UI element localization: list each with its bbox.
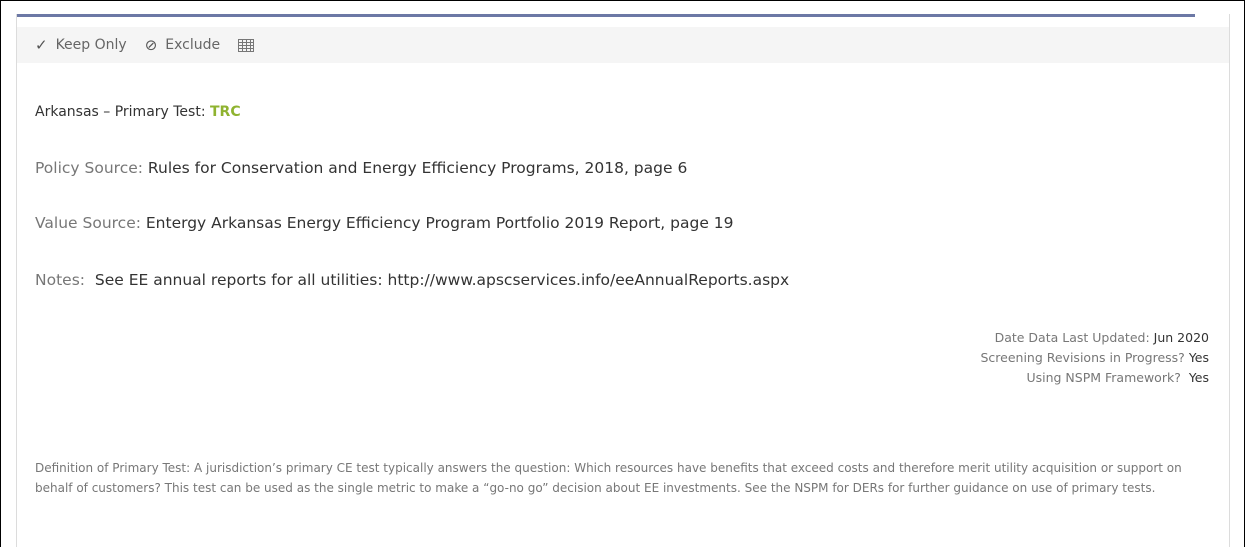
value-source-row: Value Source: Entergy Arkansas Energy Ef… <box>35 214 734 232</box>
date-updated-row: Date Data Last Updated: Jun 2020 <box>980 328 1209 348</box>
policy-source-value: Rules for Conservation and Energy Effici… <box>147 159 688 177</box>
title-prefix: Arkansas – Primary Test: <box>35 104 210 120</box>
view-data-icon <box>238 38 255 52</box>
checkmark-icon: ✓ <box>35 36 48 54</box>
nspm-label: Using NSPM Framework? <box>1026 370 1181 385</box>
tooltip-panel: ✓ Keep Only ⊘ Exclude Arkansas – Primary… <box>16 14 1230 547</box>
keep-only-label: Keep Only <box>55 37 127 53</box>
nspm-row: Using NSPM Framework? Yes <box>980 368 1209 388</box>
policy-source-row: Policy Source: Rules for Conservation an… <box>35 159 687 177</box>
date-updated-value: Jun 2020 <box>1153 330 1209 345</box>
revisions-row: Screening Revisions in Progress? Yes <box>980 348 1209 368</box>
revisions-label: Screening Revisions in Progress? <box>980 350 1185 365</box>
exclude-button[interactable]: ⊘ Exclude <box>145 36 220 54</box>
exclude-icon: ⊘ <box>144 36 158 54</box>
value-source-value: Entergy Arkansas Energy Efficiency Progr… <box>145 214 734 232</box>
date-updated-label: Date Data Last Updated: <box>994 330 1150 345</box>
value-source-label: Value Source: <box>35 214 141 232</box>
revisions-value: Yes <box>1188 350 1209 365</box>
primary-test-name: TRC <box>210 104 241 120</box>
notes-value: See EE annual reports for all utilities:… <box>94 271 790 289</box>
metadata-block: Date Data Last Updated: Jun 2020 Screeni… <box>980 328 1209 388</box>
notes-row: Notes: See EE annual reports for all uti… <box>35 271 789 289</box>
tooltip-toolbar: ✓ Keep Only ⊘ Exclude <box>17 27 1229 63</box>
primary-test-definition: Definition of Primary Test: A jurisdicti… <box>35 461 1182 495</box>
notes-label: Notes: <box>35 271 85 289</box>
accent-bar <box>17 14 1195 17</box>
nspm-value: Yes <box>1188 370 1209 385</box>
tooltip-title: Arkansas – Primary Test: TRC <box>35 104 241 120</box>
keep-only-button[interactable]: ✓ Keep Only <box>35 36 127 54</box>
policy-source-label: Policy Source: <box>35 159 143 177</box>
view-data-button[interactable] <box>238 38 255 52</box>
exclude-label: Exclude <box>165 37 221 53</box>
